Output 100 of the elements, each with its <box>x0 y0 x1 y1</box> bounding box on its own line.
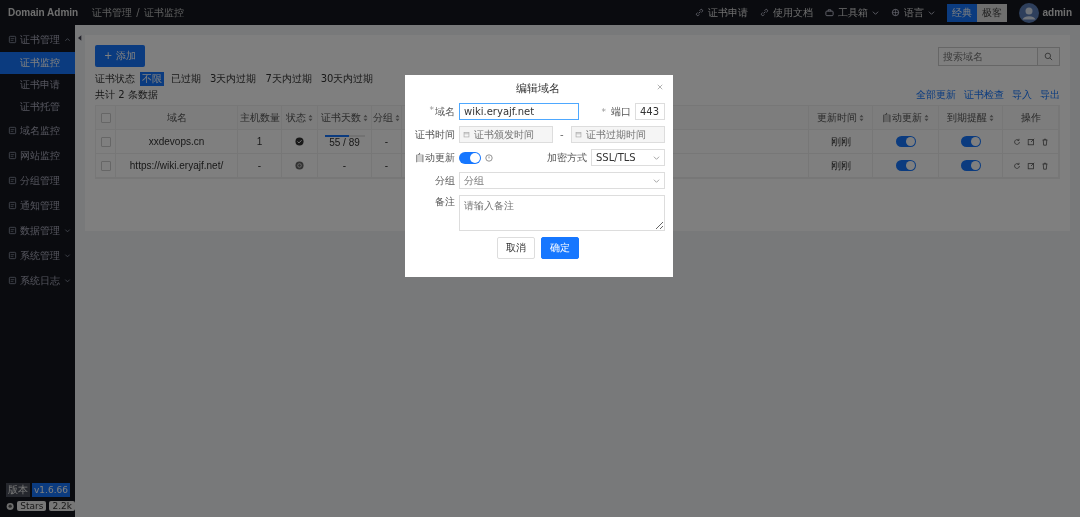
field-label: 证书时间 <box>415 127 455 142</box>
toggle-switch[interactable] <box>895 160 916 171</box>
filter-option[interactable]: 30天内过期 <box>318 72 376 86</box>
chevron-down-icon[interactable] <box>653 179 660 183</box>
search-button[interactable] <box>1038 46 1060 66</box>
chevron-down-icon[interactable] <box>927 10 935 15</box>
sidebar-subitem[interactable]: 证书监控 <box>0 52 75 74</box>
required-mark: * <box>601 106 606 117</box>
field-label: 加密方式 <box>547 150 587 165</box>
sidebar-item[interactable]: 网站监控 <box>0 143 75 168</box>
row-checkbox[interactable] <box>100 160 111 171</box>
breadcrumb-link[interactable]: 证书监控 <box>143 5 184 20</box>
sidebar-item[interactable]: 证书管理 <box>0 27 75 52</box>
chevron-down-icon[interactable] <box>653 156 660 160</box>
sidebar-item[interactable]: 分组管理 <box>0 168 75 193</box>
filter-option[interactable]: 3天内过期 <box>208 72 259 86</box>
edit-icon[interactable] <box>1026 137 1035 146</box>
filter-option[interactable]: 7天内过期 <box>263 72 314 86</box>
column-header: 自动更新 <box>882 110 922 125</box>
required-mark: * <box>429 104 434 117</box>
action-link[interactable]: 全部更新 <box>916 88 956 102</box>
table-cell: - <box>384 160 389 171</box>
sidebar-subitem[interactable]: 证书申请 <box>0 74 75 96</box>
encryption-select[interactable]: SSL/TLS <box>591 149 665 166</box>
domain-input[interactable]: wiki.eryajf.net <box>459 103 579 120</box>
action-link[interactable]: 导出 <box>1040 88 1060 102</box>
link-icon[interactable] <box>694 8 704 17</box>
menu-icon <box>8 276 17 285</box>
action-link[interactable]: 证书检查 <box>964 88 1004 102</box>
field-label: 端口 <box>611 104 631 119</box>
help-icon[interactable] <box>485 153 493 162</box>
user-name[interactable]: admin <box>1042 7 1072 18</box>
field-label: 备注 <box>435 195 455 209</box>
toggle-switch[interactable] <box>960 136 981 147</box>
sort-icon[interactable] <box>308 113 313 122</box>
close-icon[interactable] <box>657 84 663 90</box>
collapse-icon[interactable] <box>78 35 82 41</box>
header-link[interactable]: 使用文档 <box>772 5 813 20</box>
edit-icon[interactable] <box>1026 161 1035 170</box>
note-textarea[interactable]: 请输入备注 <box>459 195 665 231</box>
globe-icon[interactable] <box>890 8 900 17</box>
select-all-checkbox[interactable] <box>100 112 111 123</box>
table-cell: - <box>257 160 262 171</box>
header-link[interactable]: 语言 <box>903 5 924 20</box>
theme-toggle[interactable]: 经典 <box>946 3 977 22</box>
field-label: 分组 <box>435 173 455 188</box>
sidebar-label: 分组管理 <box>20 173 60 188</box>
search-field[interactable]: 搜索域名 <box>938 46 1038 66</box>
action-link[interactable]: 导入 <box>1012 88 1032 102</box>
filter-option[interactable]: 已过期 <box>169 72 203 86</box>
filter-option[interactable]: 不限 <box>140 72 164 86</box>
table-cell: 刚刚 <box>830 134 851 149</box>
menu-icon <box>8 251 17 260</box>
gear-icon <box>295 161 304 170</box>
refresh-icon[interactable] <box>1012 137 1021 146</box>
group-select[interactable]: 分组 <box>459 172 665 189</box>
sort-icon[interactable] <box>859 113 864 122</box>
auto-update-toggle[interactable] <box>459 151 481 164</box>
sidebar-item[interactable]: 通知管理 <box>0 193 75 218</box>
theme-toggle[interactable]: 极客 <box>976 3 1007 22</box>
avatar-icon[interactable] <box>1018 2 1039 23</box>
sidebar-label: 系统管理 <box>20 248 60 263</box>
toolbox-icon[interactable] <box>824 8 834 17</box>
field-label: 自动更新 <box>415 150 455 165</box>
sidebar-item[interactable]: 数据管理 <box>0 218 75 243</box>
sort-icon[interactable] <box>989 113 994 122</box>
header-link[interactable]: 工具箱 <box>837 5 868 20</box>
sort-icon[interactable] <box>395 113 400 122</box>
sort-icon[interactable] <box>924 113 929 122</box>
dialog-button[interactable]: 取消 <box>497 237 535 259</box>
table-cell: - <box>342 160 347 171</box>
table-cell: xxdevops.cn <box>148 136 205 147</box>
chevron-down-icon[interactable] <box>871 10 879 15</box>
github-stars-button[interactable]: Stars <box>17 501 47 511</box>
version-badge: v1.6.66 <box>32 483 70 497</box>
github-icon[interactable] <box>6 501 15 511</box>
sidebar-item[interactable]: 域名监控 <box>0 118 75 143</box>
delete-icon[interactable] <box>1040 161 1049 170</box>
start-date-field: 证书颁发时间 <box>459 126 553 143</box>
port-input[interactable]: 443 <box>635 103 665 120</box>
breadcrumb-link[interactable]: 证书管理 <box>92 5 133 20</box>
toggle-switch[interactable] <box>895 136 916 147</box>
sidebar-subitem[interactable]: 证书托管 <box>0 96 75 118</box>
sidebar-label: 网站监控 <box>20 148 60 163</box>
sidebar-label: 域名监控 <box>20 123 60 138</box>
table-cell: https://wiki.eryajf.net/ <box>129 160 224 171</box>
sort-icon[interactable] <box>363 113 368 122</box>
link-icon[interactable] <box>759 8 769 17</box>
dialog-button[interactable]: 确定 <box>541 237 579 259</box>
table-cell: - <box>384 136 389 147</box>
row-checkbox[interactable] <box>100 136 111 147</box>
refresh-icon[interactable] <box>1012 161 1021 170</box>
app-title: Domain Admin <box>8 7 79 18</box>
delete-icon[interactable] <box>1040 137 1049 146</box>
toggle-switch[interactable] <box>960 160 981 171</box>
menu-icon <box>8 35 17 44</box>
header-link[interactable]: 证书申请 <box>707 5 748 20</box>
sidebar-item[interactable]: 系统管理 <box>0 243 75 268</box>
add-button[interactable]: + 添加 <box>95 45 145 67</box>
check-circle-icon <box>295 137 304 146</box>
